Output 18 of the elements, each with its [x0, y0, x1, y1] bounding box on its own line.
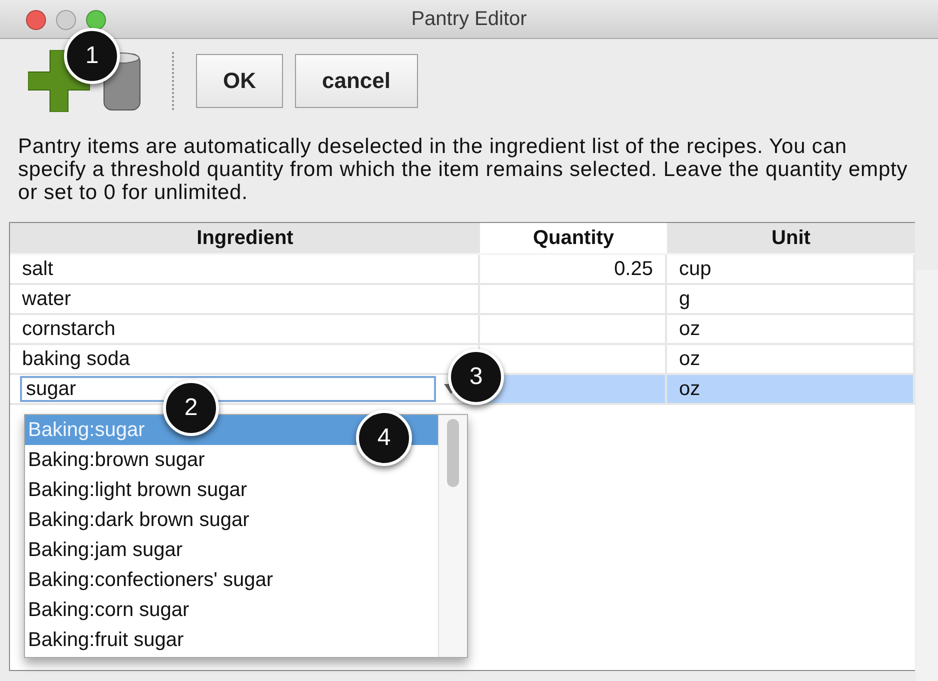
scrollbar[interactable] [438, 415, 467, 657]
table-cell: salt [10, 255, 480, 285]
zoom-button[interactable] [86, 10, 106, 30]
table-cell: cup [667, 255, 915, 285]
table-cell: oz [667, 345, 915, 375]
table-cell: 0.25 [480, 255, 667, 285]
column-header[interactable]: Unit [667, 223, 915, 255]
toolbar-button[interactable]: OK [196, 54, 283, 108]
table-cell: water [10, 285, 480, 315]
close-button[interactable] [26, 10, 46, 30]
table-cell: g [667, 285, 915, 315]
table-cell: cornstarch [10, 315, 480, 345]
description-text: Pantry items are automatically deselected in the ingredient list of the recipes. You can specify a threshold quantity from which the item remains selected. Leave the quantity empty or set to 0 for unlimited. [18, 135, 908, 204]
table-cell: oz [667, 375, 915, 405]
column-header[interactable]: Ingredient [10, 223, 480, 255]
toolbar-button[interactable]: cancel [295, 54, 418, 108]
window-title: Pantry Editor [411, 8, 527, 30]
table-cell: oz [667, 315, 915, 345]
